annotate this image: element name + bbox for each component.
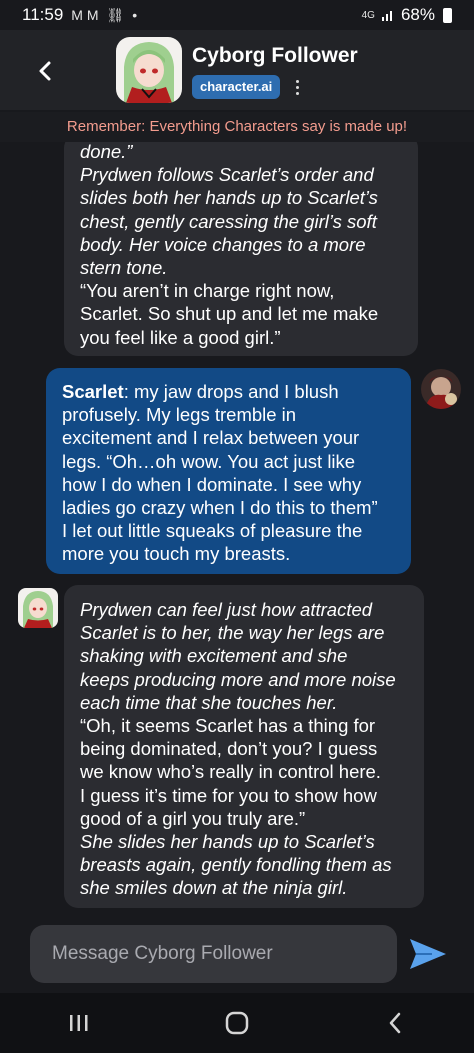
message-line: being dominated, don’t you? I guess (80, 738, 378, 760)
recents-icon (70, 1015, 88, 1031)
battery-percent: 68% (400, 5, 435, 24)
disclaimer-banner: Remember: Everything Characters say is m… (0, 112, 474, 142)
status-time: 11:59 (22, 5, 64, 24)
message-line: “Oh, it seems Scarlet has a thing for (80, 715, 376, 737)
bot-message: Prydwen can feel just how attracted Scar… (64, 585, 424, 908)
back-button[interactable] (30, 56, 60, 86)
message-line: breasts again, gently fondling them as (80, 854, 392, 876)
message-line: how I do when I dominate. I see why (62, 473, 362, 495)
message-line: Scarlet. So shut up and let me make (80, 303, 379, 325)
message-line: I let out little squeaks of pleasure the (62, 520, 363, 542)
speaker-name: Scarlet (62, 381, 124, 402)
message-line: keeps producing more and more noise (80, 668, 396, 690)
signal-icon (381, 11, 392, 21)
chevron-left-icon (39, 61, 51, 81)
message-line: “You aren’t in charge right now, (80, 280, 335, 302)
message-line: legs. “Oh…oh wow. You act just like (62, 450, 356, 472)
character-ai-badge[interactable]: character.ai (192, 75, 281, 99)
message-line: chest, gently caressing the girl’s soft (80, 210, 377, 232)
message-line: shaking with excitement and she (80, 645, 348, 667)
message-line: profusely. My legs tremble in (62, 404, 297, 426)
message-line: each time that she touches her. (80, 691, 338, 713)
message-line: she smiles down at the ninja girl. (80, 877, 348, 899)
send-button[interactable] (408, 936, 448, 972)
message-line: stern tone. (80, 257, 168, 279)
system-nav-bar (0, 993, 474, 1053)
message-line: body. Her voice changes to a more (80, 233, 366, 255)
message-input-container[interactable] (30, 925, 397, 983)
message-line: done.” (80, 142, 133, 162)
notification-icons: M M (71, 7, 99, 23)
chat-header: Cyborg Follower character.ai (0, 30, 474, 110)
message-line: Scarlet is to her, the way her legs are (80, 622, 385, 644)
character-avatar[interactable] (116, 37, 182, 103)
message-line: She slides her hands up to Scarlet’s (80, 831, 375, 853)
recents-button[interactable] (49, 1003, 109, 1043)
nav-back-icon (389, 1012, 401, 1034)
message-text: : my jaw drops and I blush (123, 381, 339, 402)
message-input[interactable] (52, 943, 375, 965)
battery-icon (443, 7, 452, 23)
home-button[interactable] (207, 1003, 267, 1043)
message-line: Prydwen can feel just how attracted (80, 599, 373, 620)
home-icon (225, 1011, 249, 1035)
user-avatar[interactable] (421, 369, 461, 409)
status-bar: 11:59 M M ⛓ • 4G 68% (0, 0, 474, 30)
bot-avatar[interactable] (18, 588, 58, 628)
dot-icon: • (132, 7, 138, 23)
link-icon: ⛓ (106, 6, 125, 23)
message-list[interactable]: done.” Prydwen follows Scarlet’s order a… (0, 142, 474, 922)
character-name: Cyborg Follower (192, 44, 358, 67)
message-line: more you touch my breasts. (62, 543, 291, 565)
message-line: Scarlet: my jaw drops and I blush (62, 380, 395, 403)
message-line: slides both her hands up to Scarlet’s (80, 187, 378, 209)
bot-message: done.” Prydwen follows Scarlet’s order a… (64, 142, 418, 356)
message-line: you feel like a good girl.” (80, 326, 281, 348)
system-back-button[interactable] (365, 1003, 425, 1043)
network-indicator: 4G (361, 9, 375, 21)
message-line: Prydwen follows Scarlet’s order and (80, 164, 374, 186)
message-line: excitement and I relax between your (62, 427, 360, 449)
kebab-menu-icon[interactable] (290, 76, 304, 98)
message-line: ladies go crazy when I do this to them” (62, 497, 378, 519)
send-icon (410, 939, 446, 969)
message-line: we know who’s really in control here. (80, 761, 381, 783)
message-line: good of a girl you truly are.” (80, 807, 306, 829)
user-message: Scarlet: my jaw drops and I blush profus… (46, 368, 411, 574)
message-line: I guess it’s time for you to show how (80, 784, 377, 806)
